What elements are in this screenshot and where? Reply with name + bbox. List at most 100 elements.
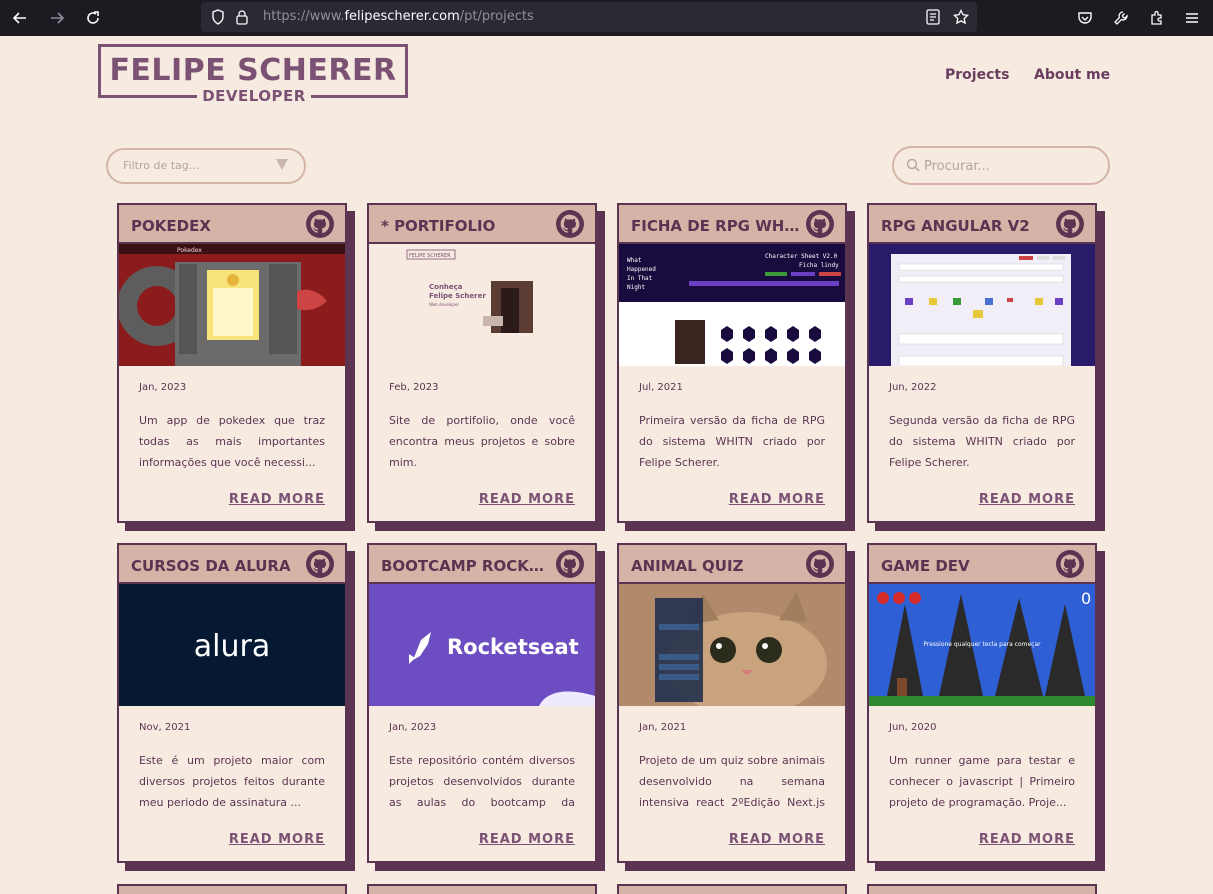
card-body: CURSOS DA ALURA alura Nov, 2021 Este é u…	[117, 543, 347, 863]
read-more-link[interactable]: READ MORE	[979, 492, 1075, 507]
project-card-pokedex[interactable]: POKEDEX Pokedex Jan, 2023 Um app de poke…	[117, 203, 355, 531]
card-title: RPG ANGULAR V2	[881, 217, 1030, 235]
card-title: * PORTIFOLIO	[381, 217, 496, 235]
github-icon[interactable]	[305, 209, 335, 239]
card-description: Este é um projeto maior com diversos pro…	[139, 754, 325, 809]
tag-filter-placeholder: Filtro de tag...	[123, 159, 200, 172]
card-header: FICHA DE RPG WHI...	[619, 205, 845, 244]
card-body: BOOTCAMP ROCKE... Rocketseat Jan, 2023 E…	[367, 543, 597, 863]
nav-projects[interactable]: Projects	[945, 67, 1009, 83]
read-more-link[interactable]: READ MORE	[479, 832, 575, 847]
read-more-link[interactable]: READ MORE	[229, 492, 325, 507]
card-date: Jun, 2020	[889, 722, 937, 733]
github-icon[interactable]	[555, 209, 585, 239]
card-thumbnail[interactable]	[869, 244, 1095, 366]
rocketseat-logo: Rocketseat	[447, 635, 579, 659]
card-thumbnail[interactable]: What Happened In That Night Character Sh…	[619, 244, 845, 366]
search-input[interactable]	[924, 156, 1094, 176]
card-body: * PORTIFOLIO FELIPE SCHERER Conheça Feli…	[367, 203, 597, 523]
card-description: Um app de pokedex que traz todas as mais…	[139, 414, 325, 469]
github-icon[interactable]	[1055, 549, 1085, 579]
read-more-link[interactable]: READ MORE	[479, 492, 575, 507]
rpg-sheet-name: Ficha lindy	[799, 262, 839, 269]
card-title: BOOTCAMP ROCKE...	[381, 557, 553, 575]
forward-icon[interactable]	[45, 6, 69, 30]
project-card-animal-quiz[interactable]: ANIMAL QUIZ Jan, 2021 Projeto de um quiz…	[617, 543, 855, 871]
card-date: Feb, 2023	[389, 382, 439, 393]
portfolio-heading-2: Felipe Scherer	[429, 292, 486, 300]
extensions-icon[interactable]	[1145, 6, 1169, 30]
card-thumbnail[interactable]: Rocketseat	[369, 584, 595, 706]
card-thumbnail[interactable]: 0 Pressione qualquer tecla para começar	[869, 584, 1095, 706]
card-header: ANIMAL QUIZ	[619, 545, 845, 584]
pocket-icon[interactable]	[1073, 6, 1097, 30]
github-icon[interactable]	[305, 549, 335, 579]
tag-filter-select[interactable]: Filtro de tag...	[106, 148, 306, 184]
read-more-link[interactable]: READ MORE	[979, 832, 1075, 847]
card-description: Primeira versão da ficha de RPG do siste…	[639, 414, 825, 469]
card-thumbnail[interactable]	[619, 584, 845, 706]
card-header: RPG ANGULAR V2	[869, 205, 1095, 244]
card-thumbnail[interactable]: FELIPE SCHERER Conheça Felipe Scherer We…	[369, 244, 595, 366]
read-more-link[interactable]: READ MORE	[729, 832, 825, 847]
card-date: Nov, 2021	[139, 722, 191, 733]
card-thumbnail[interactable]: Pokedex	[119, 244, 345, 366]
project-card-partial[interactable]	[867, 884, 1097, 894]
card-body: GAME DEV 0 Pressione qualquer tecla para…	[867, 543, 1097, 863]
lock-icon[interactable]	[233, 8, 251, 26]
read-more-link[interactable]: READ MORE	[729, 492, 825, 507]
github-icon[interactable]	[555, 549, 585, 579]
card-description: Este repositório contém diversos projeto…	[389, 754, 575, 809]
bookmark-star-icon[interactable]	[952, 8, 970, 26]
url-text: https://www.felipescherer.com/pt/project…	[263, 9, 534, 24]
pokedex-app-name: Pokedex	[177, 247, 202, 254]
card-body: RPG ANGULAR V2 Jun, 2022 Segunda versão …	[867, 203, 1097, 523]
reload-icon[interactable]	[81, 6, 105, 30]
rpg-title-line-1: What	[627, 257, 642, 264]
card-title: POKEDEX	[131, 217, 211, 235]
project-card-rocketseat[interactable]: BOOTCAMP ROCKE... Rocketseat Jan, 2023 E…	[367, 543, 605, 871]
logo-subtitle: DEVELOPER	[197, 87, 311, 107]
search-icon	[906, 158, 920, 172]
card-thumbnail[interactable]: alura	[119, 584, 345, 706]
address-bar[interactable]: https://www.felipescherer.com/pt/project…	[201, 2, 977, 32]
card-date: Jul, 2021	[639, 382, 683, 393]
github-icon[interactable]	[1055, 209, 1085, 239]
card-body: POKEDEX Pokedex Jan, 2023 Um app de poke…	[117, 203, 347, 523]
project-card-alura[interactable]: CURSOS DA ALURA alura Nov, 2021 Este é u…	[117, 543, 355, 871]
reader-view-icon[interactable]	[924, 8, 942, 26]
project-card-partial[interactable]	[367, 884, 597, 894]
wrench-icon[interactable]	[1109, 6, 1133, 30]
card-header: CURSOS DA ALURA	[119, 545, 345, 584]
read-more-link[interactable]: READ MORE	[229, 832, 325, 847]
portfolio-heading-1: Conheça	[429, 283, 463, 291]
card-date: Jan, 2023	[139, 382, 187, 393]
project-card-partial[interactable]	[617, 884, 847, 894]
back-icon[interactable]	[8, 6, 32, 30]
site-logo[interactable]: FELIPE SCHERER DEVELOPER	[98, 44, 408, 107]
nav-about-me[interactable]: About me	[1034, 67, 1110, 83]
project-card-partial[interactable]	[117, 884, 347, 894]
project-card-rpg-angular[interactable]: RPG ANGULAR V2 Jun, 2022 Segunda versão …	[867, 203, 1105, 531]
project-card-portfolio[interactable]: * PORTIFOLIO FELIPE SCHERER Conheça Feli…	[367, 203, 605, 531]
card-header: * PORTIFOLIO	[369, 205, 595, 244]
card-body: FICHA DE RPG WHI... What Happened In Tha…	[617, 203, 847, 523]
card-title: GAME DEV	[881, 557, 970, 575]
game-start-prompt: Pressione qualquer tecla para começar	[923, 641, 1041, 648]
card-description: Site de portifolio, onde você encontra m…	[389, 414, 575, 469]
card-description: Projeto de um quiz sobre animais desenvo…	[639, 754, 825, 809]
rpg-title-line-2: Happened	[627, 266, 656, 273]
github-icon[interactable]	[805, 549, 835, 579]
card-date: Jun, 2022	[889, 382, 937, 393]
search-box[interactable]	[892, 146, 1110, 185]
portfolio-logo: FELIPE SCHERER	[409, 253, 451, 259]
rpg-title-line-4: Night	[627, 284, 645, 291]
project-card-game-dev[interactable]: GAME DEV 0 Pressione qualquer tecla para…	[867, 543, 1105, 871]
dropdown-arrow-icon	[276, 159, 288, 170]
shield-icon[interactable]	[209, 8, 227, 26]
menu-icon[interactable]	[1180, 6, 1204, 30]
card-date: Jan, 2023	[389, 722, 437, 733]
alura-logo: alura	[194, 629, 270, 664]
github-icon[interactable]	[805, 209, 835, 239]
project-card-rpg-sheet[interactable]: FICHA DE RPG WHI... What Happened In Tha…	[617, 203, 855, 531]
